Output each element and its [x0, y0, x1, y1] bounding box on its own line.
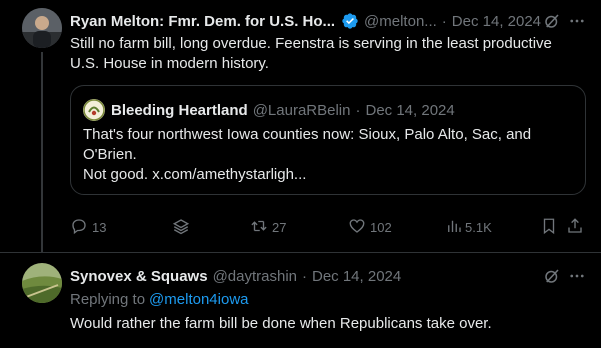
- author-handle[interactable]: @melton...: [364, 13, 437, 30]
- views-count: 5.1K: [465, 220, 492, 235]
- quote-author-avatar: [83, 99, 105, 121]
- like-icon: [348, 217, 366, 238]
- quote-text-line-3: Not good. x.com/amethystarligh...: [83, 166, 307, 183]
- quote-text-line-1: That's four northwest Iowa counties now:…: [83, 126, 532, 143]
- bookmark-action[interactable]: [540, 217, 558, 238]
- quote-header: Bleeding Heartland @LauraRBelin · Dec 14…: [111, 99, 455, 121]
- share-action[interactable]: [566, 217, 584, 238]
- author-name[interactable]: Ryan Melton: Fmr. Dem. for U.S. Ho...: [70, 13, 335, 30]
- separator-dot: ·: [441, 12, 447, 30]
- quoted-post-card[interactable]: Bleeding Heartland @LauraRBelin · Dec 14…: [70, 85, 586, 195]
- reply-header: Synovex & Squaws @daytrashin · Dec 14, 2…: [70, 266, 401, 286]
- author-avatar[interactable]: [22, 8, 62, 48]
- post-divider: [0, 252, 601, 253]
- reply-action[interactable]: 13: [70, 217, 106, 238]
- reply-more-icon[interactable]: [568, 267, 586, 289]
- retweet-icon: [250, 217, 268, 238]
- replying-to-handle[interactable]: @melton4iowa: [149, 291, 248, 308]
- layers-icon: [172, 217, 190, 238]
- quote-text: That's four northwest Iowa counties now:…: [83, 125, 577, 185]
- more-icon[interactable]: [568, 12, 586, 34]
- replying-to: Replying to @melton4iowa: [70, 289, 249, 309]
- share-icon: [566, 217, 584, 238]
- reply-date[interactable]: Dec 14, 2024: [312, 268, 401, 285]
- reply-author-avatar[interactable]: [22, 263, 62, 303]
- reply-text: Would rather the farm bill be done when …: [70, 315, 492, 332]
- reply-count: 13: [92, 220, 107, 235]
- quote-author-name: Bleeding Heartland: [111, 101, 248, 119]
- bookmark-icon: [540, 217, 558, 238]
- post-date[interactable]: Dec 14, 2024: [452, 13, 541, 30]
- quote-author-handle: @LauraRBelin: [252, 101, 351, 119]
- reply-grok-icon[interactable]: [543, 267, 561, 289]
- post-text: Still no farm bill, long overdue. Feenst…: [70, 35, 552, 72]
- replying-to-label: Replying to: [70, 290, 146, 308]
- like-count: 102: [370, 220, 392, 235]
- reply-author-handle[interactable]: @daytrashin: [213, 268, 297, 285]
- reply-separator-dot: ·: [302, 267, 307, 285]
- reply-icon: [70, 217, 88, 238]
- retweet-action[interactable]: 27: [250, 217, 286, 238]
- verified-badge-icon: [341, 12, 359, 30]
- quote-separator-dot: ·: [355, 101, 361, 119]
- post-header: Ryan Melton: Fmr. Dem. for U.S. Ho... @m…: [70, 11, 541, 31]
- like-action[interactable]: 102: [348, 217, 392, 238]
- thread-line: [41, 52, 43, 253]
- quote-text-line-2: O'Brien.: [83, 146, 137, 163]
- grok-icon[interactable]: [543, 12, 561, 34]
- views-action[interactable]: 5.1K: [445, 217, 492, 238]
- layers-action[interactable]: [172, 217, 190, 238]
- reply-author-name[interactable]: Synovex & Squaws: [70, 268, 208, 285]
- quote-date: Dec 14, 2024: [365, 101, 455, 119]
- retweet-count: 27: [272, 220, 287, 235]
- views-icon: [445, 217, 463, 238]
